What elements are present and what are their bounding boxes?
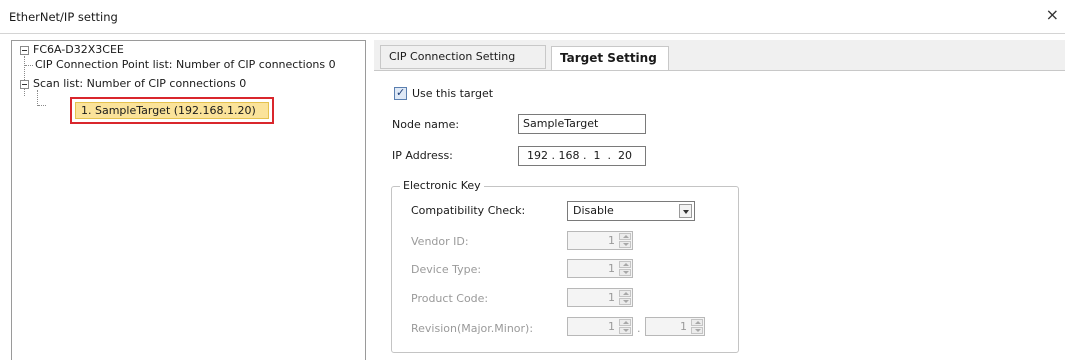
tree-node-cip-connection-point-list[interactable]: CIP Connection Point list: Number of CIP… [35,57,336,73]
revision-major-spinner[interactable]: 1 [567,317,633,336]
collapse-icon[interactable] [20,80,29,89]
revision-minor-value: 1 [680,320,687,333]
spin-down-icon[interactable] [619,327,631,334]
spin-down-icon[interactable] [619,269,631,276]
use-this-target-checkbox[interactable] [394,86,407,100]
tree-connector [37,90,38,106]
product-code-label: Product Code: [411,292,489,305]
window-title: EtherNet/IP setting [9,10,118,24]
spin-up-icon[interactable] [619,290,631,297]
product-code-spinner[interactable]: 1 [567,288,633,307]
device-type-value: 1 [608,262,615,275]
spin-down-icon[interactable] [619,298,631,305]
revision-minor-spinner[interactable]: 1 [645,317,705,336]
chevron-down-icon[interactable] [679,204,692,218]
selection-outline: 1. SampleTarget (192.168.1.20) [70,97,274,124]
device-type-spinner[interactable]: 1 [567,259,633,278]
node-name-label: Node name: [392,118,460,131]
ethernet-ip-setting-window: EtherNet/IP setting × FC6A-D32X3CEE CIP … [0,0,1065,360]
revision-separator: . [637,322,641,335]
collapse-icon[interactable] [20,46,29,55]
tree-node-scan-list[interactable]: Scan list: Number of CIP connections 0 [33,76,246,92]
ip-address-label: IP Address: [392,149,453,162]
node-name-input[interactable]: SampleTarget [518,114,646,134]
target-setting-content: Use this target Node name: SampleTarget … [374,70,1065,360]
vendor-id-label: Vendor ID: [411,235,469,248]
spin-up-icon[interactable] [619,233,631,240]
vendor-id-value: 1 [608,234,615,247]
spin-up-icon[interactable] [619,261,631,268]
device-type-label: Device Type: [411,263,482,276]
product-code-value: 1 [608,291,615,304]
revision-label: Revision(Major.Minor): [411,322,534,335]
title-bar: EtherNet/IP setting × [0,0,1065,34]
tree-connector [38,105,46,106]
electronic-key-legend: Electronic Key [400,179,484,192]
spin-up-icon[interactable] [619,319,631,326]
compatibility-check-value: Disable [573,204,614,217]
compatibility-check-dropdown[interactable]: Disable [567,201,695,221]
vendor-id-spinner[interactable]: 1 [567,231,633,250]
tree-connector [24,56,25,96]
settings-panel: CIP Connection Setting List Target Setti… [374,40,1065,360]
tree-connector [25,65,33,66]
spin-down-icon[interactable] [691,327,703,334]
close-icon[interactable]: × [1046,7,1059,23]
spin-down-icon[interactable] [619,241,631,248]
tab-cip-connection-setting-list[interactable]: CIP Connection Setting List [380,45,546,85]
compatibility-check-label: Compatibility Check: [411,204,526,217]
use-this-target-label: Use this target [412,87,494,100]
tree-node-sample-target[interactable]: 1. SampleTarget (192.168.1.20) [75,102,269,119]
revision-major-value: 1 [608,320,615,333]
spin-up-icon[interactable] [691,319,703,326]
tab-target-setting[interactable]: Target Setting [551,46,669,71]
tree-node-root[interactable]: FC6A-D32X3CEE [33,42,124,58]
ip-address-input[interactable]: 192 . 168 . 1 . 20 [518,146,646,166]
project-tree: FC6A-D32X3CEE CIP Connection Point list:… [11,40,366,360]
